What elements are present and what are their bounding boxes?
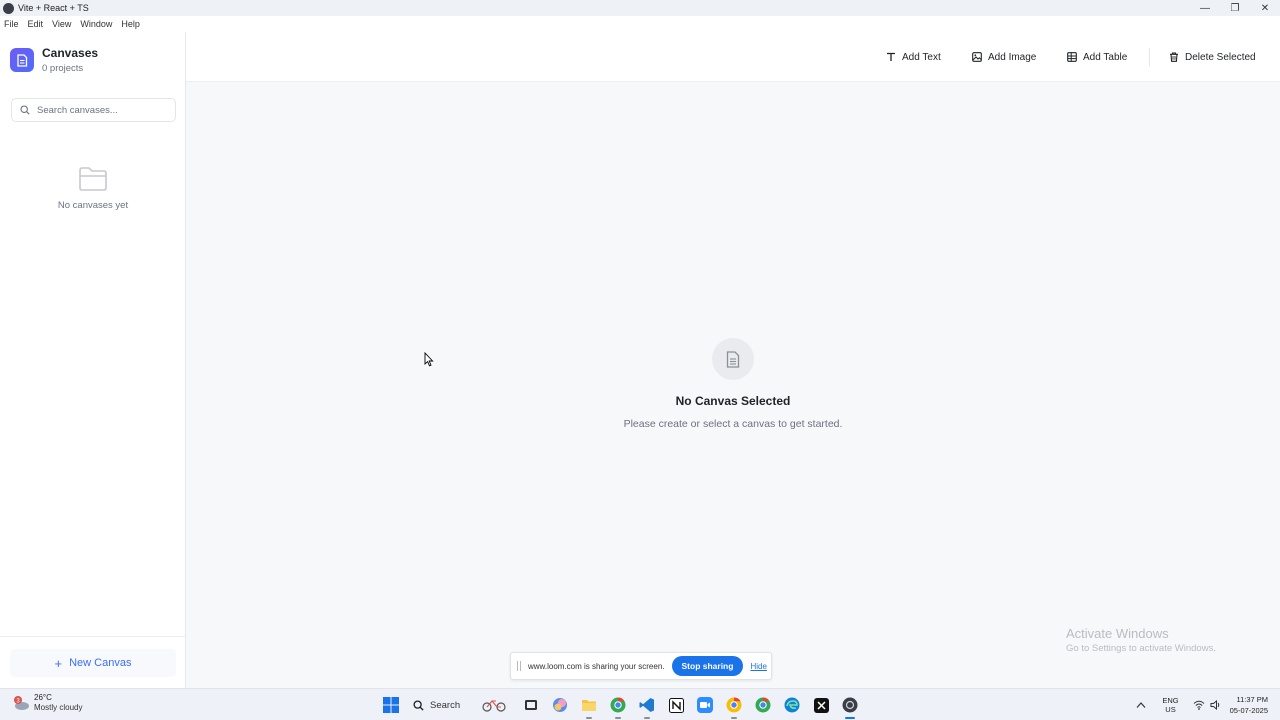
menu-help[interactable]: Help	[121, 19, 140, 29]
activate-windows-hint: Go to Settings to activate Windows.	[1066, 643, 1216, 654]
no-canvases-text: No canvases yet	[57, 200, 129, 211]
bicycle-icon	[482, 700, 506, 712]
canvases-logo-icon	[10, 48, 34, 72]
edge-icon[interactable]	[781, 694, 803, 716]
plus-icon: +	[54, 655, 63, 671]
copilot-icon[interactable]	[549, 694, 571, 716]
image-icon	[972, 52, 982, 62]
windows-start-icon[interactable]	[380, 694, 402, 716]
stop-sharing-button[interactable]: Stop sharing	[671, 656, 744, 676]
maximize-button[interactable]: ❐	[1220, 0, 1250, 16]
delete-selected-label: Delete Selected	[1185, 51, 1256, 63]
drag-handle-icon[interactable]	[517, 661, 521, 671]
toolbar-divider	[1149, 48, 1150, 66]
canvas-area: No Canvas Selected Please create or sele…	[186, 82, 1280, 688]
menu-bar: File Edit View Window Help	[0, 16, 1280, 32]
add-image-button[interactable]: Add Image	[962, 46, 1046, 68]
activate-windows-watermark: Activate Windows Go to Settings to activ…	[1066, 626, 1216, 654]
windows-taskbar: 3 26°C Mostly cloudy Search ENG US 11:37…	[0, 688, 1280, 720]
notion-icon[interactable]	[665, 694, 687, 716]
language-indicator[interactable]: ENG US	[1162, 696, 1178, 714]
table-icon	[1067, 52, 1077, 62]
region-code: US	[1165, 705, 1176, 714]
window-title: Vite + React + TS	[18, 3, 89, 13]
mouse-cursor-icon	[424, 352, 434, 367]
system-tray: ENG US 11:37 PM 05-07-2025	[1136, 689, 1280, 720]
search-icon	[20, 105, 30, 115]
add-text-label: Add Text	[902, 51, 941, 63]
chrome-second-icon[interactable]	[752, 694, 774, 716]
folder-icon	[79, 167, 107, 191]
toolbar: Add Text Add Image Add Table Delete Sele…	[186, 32, 1280, 82]
sidebar-title: Canvases	[42, 46, 99, 60]
search-input[interactable]	[37, 104, 167, 116]
loom-sharing-bar: www.loom.com is sharing your screen. Sto…	[510, 652, 772, 680]
add-table-button[interactable]: Add Table	[1057, 46, 1137, 68]
add-table-label: Add Table	[1083, 51, 1128, 63]
task-view-icon[interactable]	[520, 694, 542, 716]
menu-edit[interactable]: Edit	[28, 19, 44, 29]
chrome-icon[interactable]	[607, 694, 629, 719]
language-code: ENG	[1162, 696, 1179, 705]
clock-date: 05-07-2025	[1229, 706, 1268, 715]
wifi-icon[interactable]	[1193, 700, 1205, 710]
new-canvas-label: New Canvas	[69, 657, 132, 669]
menu-file[interactable]: File	[4, 19, 19, 29]
chrome-profile-icon[interactable]	[723, 694, 745, 719]
search-icon	[413, 699, 424, 711]
close-button[interactable]: ✕	[1250, 0, 1280, 16]
search-box[interactable]	[11, 98, 176, 122]
file-explorer-icon[interactable]	[578, 694, 600, 719]
clock-time: 11:37 PM	[1236, 695, 1268, 704]
sidebar-empty-state: No canvases yet	[0, 166, 186, 211]
vscode-icon[interactable]	[636, 694, 658, 719]
window-titlebar: Vite + React + TS — ❐ ✕	[0, 0, 1280, 16]
add-text-button[interactable]: Add Text	[876, 46, 951, 68]
sidebar-footer: + New Canvas	[0, 636, 185, 688]
delete-selected-button[interactable]: Delete Selected	[1159, 46, 1266, 68]
taskbar-search-label: Search	[430, 699, 461, 711]
weather-widget[interactable]: 3 26°C Mostly cloudy	[12, 693, 82, 713]
weather-condition: Mostly cloudy	[34, 703, 83, 712]
taskbar-apps: Search	[380, 694, 868, 719]
trash-icon	[1170, 52, 1178, 62]
empty-state-title: No Canvas Selected	[675, 394, 791, 408]
chevron-up-icon[interactable]	[1136, 701, 1146, 709]
clock[interactable]: 11:37 PM 05-07-2025	[1230, 694, 1268, 716]
minimize-button[interactable]: —	[1190, 0, 1220, 16]
loom-sharing-message: www.loom.com is sharing your screen.	[528, 661, 665, 671]
sidebar-header: Canvases 0 projects	[10, 46, 98, 74]
new-canvas-button[interactable]: + New Canvas	[10, 649, 176, 677]
empty-state-subtitle: Please create or select a canvas to get …	[623, 418, 843, 430]
menu-view[interactable]: View	[52, 19, 71, 29]
volume-icon[interactable]	[1210, 700, 1222, 710]
temperature: 26°C	[34, 693, 52, 702]
app-icon	[3, 2, 14, 14]
capcut-icon[interactable]	[810, 694, 832, 716]
sidebar: Canvases 0 projects No canvases yet + Ne…	[0, 32, 186, 688]
document-icon	[712, 338, 754, 380]
project-count: 0 projects	[42, 63, 84, 74]
text-icon	[887, 52, 895, 61]
active-app-icon[interactable]	[839, 694, 861, 719]
activate-windows-title: Activate Windows	[1066, 626, 1169, 641]
menu-window[interactable]: Window	[80, 19, 112, 29]
hide-link[interactable]: Hide	[750, 662, 766, 671]
weather-icon: 3	[12, 694, 30, 712]
add-image-label: Add Image	[988, 51, 1037, 63]
taskbar-search[interactable]: Search	[409, 694, 513, 716]
main-empty-state: No Canvas Selected Please create or sele…	[186, 338, 1280, 430]
window-controls: — ❐ ✕	[1190, 0, 1280, 16]
zoom-icon[interactable]	[694, 694, 716, 716]
